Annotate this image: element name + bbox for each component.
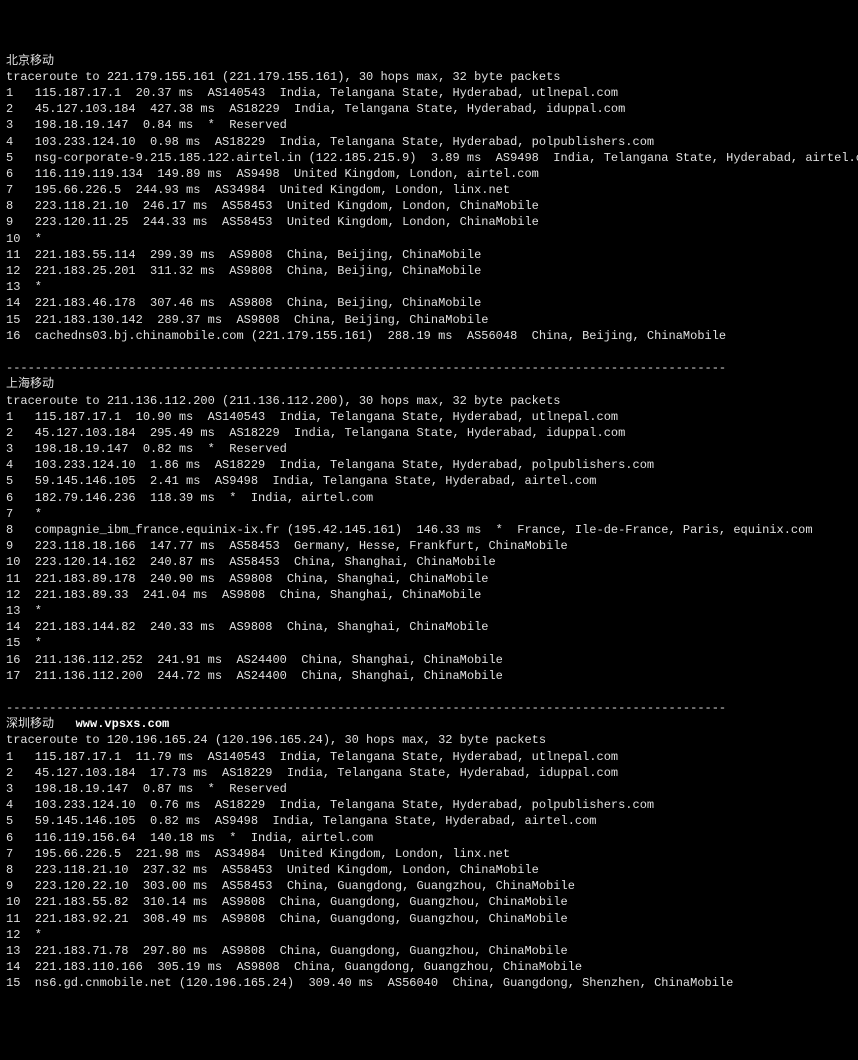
traceroute-hop: 17 211.136.112.200 244.72 ms AS24400 Chi… [6,669,503,683]
traceroute-hop: 15 ns6.gd.cnmobile.net (120.196.165.24) … [6,976,733,990]
traceroute-hop: 15 * [6,636,42,650]
traceroute-hop: 10 * [6,232,42,246]
traceroute-hop: 15 221.183.130.142 289.37 ms AS9808 Chin… [6,313,488,327]
traceroute-hop: 10 221.183.55.82 310.14 ms AS9808 China,… [6,895,568,909]
traceroute-hop: 16 cachedns03.bj.chinamobile.com (221.17… [6,329,726,343]
section-title: 上海移动 [6,377,54,391]
traceroute-hop: 6 182.79.146.236 118.39 ms * India, airt… [6,491,373,505]
traceroute-hop: 12 221.183.89.33 241.04 ms AS9808 China,… [6,588,481,602]
terminal-output: 北京移动 traceroute to 221.179.155.161 (221.… [6,53,852,992]
traceroute-hop: 11 221.183.89.178 240.90 ms AS9808 China… [6,572,488,586]
traceroute-hop: 12 * [6,928,42,942]
traceroute-hop: 6 116.119.119.134 149.89 ms AS9498 Unite… [6,167,539,181]
traceroute-hop: 11 221.183.55.114 299.39 ms AS9808 China… [6,248,481,262]
traceroute-hop: 8 223.118.21.10 246.17 ms AS58453 United… [6,199,539,213]
traceroute-hop: 11 221.183.92.21 308.49 ms AS9808 China,… [6,912,568,926]
traceroute-hop: 3 198.18.19.147 0.82 ms * Reserved [6,442,287,456]
traceroute-hop: 3 198.18.19.147 0.87 ms * Reserved [6,782,287,796]
traceroute-hop: 16 211.136.112.252 241.91 ms AS24400 Chi… [6,653,503,667]
traceroute-hop: 7 * [6,507,42,521]
traceroute-hop: 8 223.118.21.10 237.32 ms AS58453 United… [6,863,539,877]
traceroute-hop: 14 221.183.46.178 307.46 ms AS9808 China… [6,296,481,310]
traceroute-hop: 9 223.120.22.10 303.00 ms AS58453 China,… [6,879,575,893]
traceroute-hop: 7 195.66.226.5 244.93 ms AS34984 United … [6,183,510,197]
traceroute-hop: 8 compagnie_ibm_france.equinix-ix.fr (19… [6,523,813,537]
traceroute-hop: 1 115.187.17.1 20.37 ms AS140543 India, … [6,86,618,100]
traceroute-hop: 9 223.118.18.166 147.77 ms AS58453 Germa… [6,539,568,553]
traceroute-hop: 1 115.187.17.1 11.79 ms AS140543 India, … [6,750,618,764]
traceroute-hop: 4 103.233.124.10 1.86 ms AS18229 India, … [6,458,654,472]
section-title: 北京移动 [6,54,54,68]
traceroute-hop: 4 103.233.124.10 0.76 ms AS18229 India, … [6,798,654,812]
traceroute-hop: 9 223.120.11.25 244.33 ms AS58453 United… [6,215,539,229]
traceroute-hop: 14 221.183.110.166 305.19 ms AS9808 Chin… [6,960,582,974]
traceroute-hop: 7 195.66.226.5 221.98 ms AS34984 United … [6,847,510,861]
traceroute-hop: 14 221.183.144.82 240.33 ms AS9808 China… [6,620,488,634]
traceroute-hop: 3 198.18.19.147 0.84 ms * Reserved [6,118,287,132]
traceroute-hop: 5 nsg-corporate-9.215.185.122.airtel.in … [6,151,858,165]
traceroute-hop: 13 * [6,280,42,294]
traceroute-hop: 1 115.187.17.1 10.90 ms AS140543 India, … [6,410,618,424]
traceroute-hop: 13 * [6,604,42,618]
traceroute-hop: 2 45.127.103.184 427.38 ms AS18229 India… [6,102,625,116]
traceroute-hop: 6 116.119.156.64 140.18 ms * India, airt… [6,831,373,845]
traceroute-hop: 5 59.145.146.105 2.41 ms AS9498 India, T… [6,474,597,488]
traceroute-hop: 5 59.145.146.105 0.82 ms AS9498 India, T… [6,814,597,828]
traceroute-hop: 4 103.233.124.10 0.98 ms AS18229 India, … [6,135,654,149]
section-title: 深圳移动 www.vpsxs.com [6,717,169,731]
traceroute-hop: 2 45.127.103.184 295.49 ms AS18229 India… [6,426,625,440]
traceroute-hop: 2 45.127.103.184 17.73 ms AS18229 India,… [6,766,618,780]
traceroute-hop: 12 221.183.25.201 311.32 ms AS9808 China… [6,264,481,278]
watermark: www.vpsxs.com [76,717,170,731]
traceroute-hop: 10 223.120.14.162 240.87 ms AS58453 Chin… [6,555,496,569]
traceroute-hop: 13 221.183.71.78 297.80 ms AS9808 China,… [6,944,568,958]
